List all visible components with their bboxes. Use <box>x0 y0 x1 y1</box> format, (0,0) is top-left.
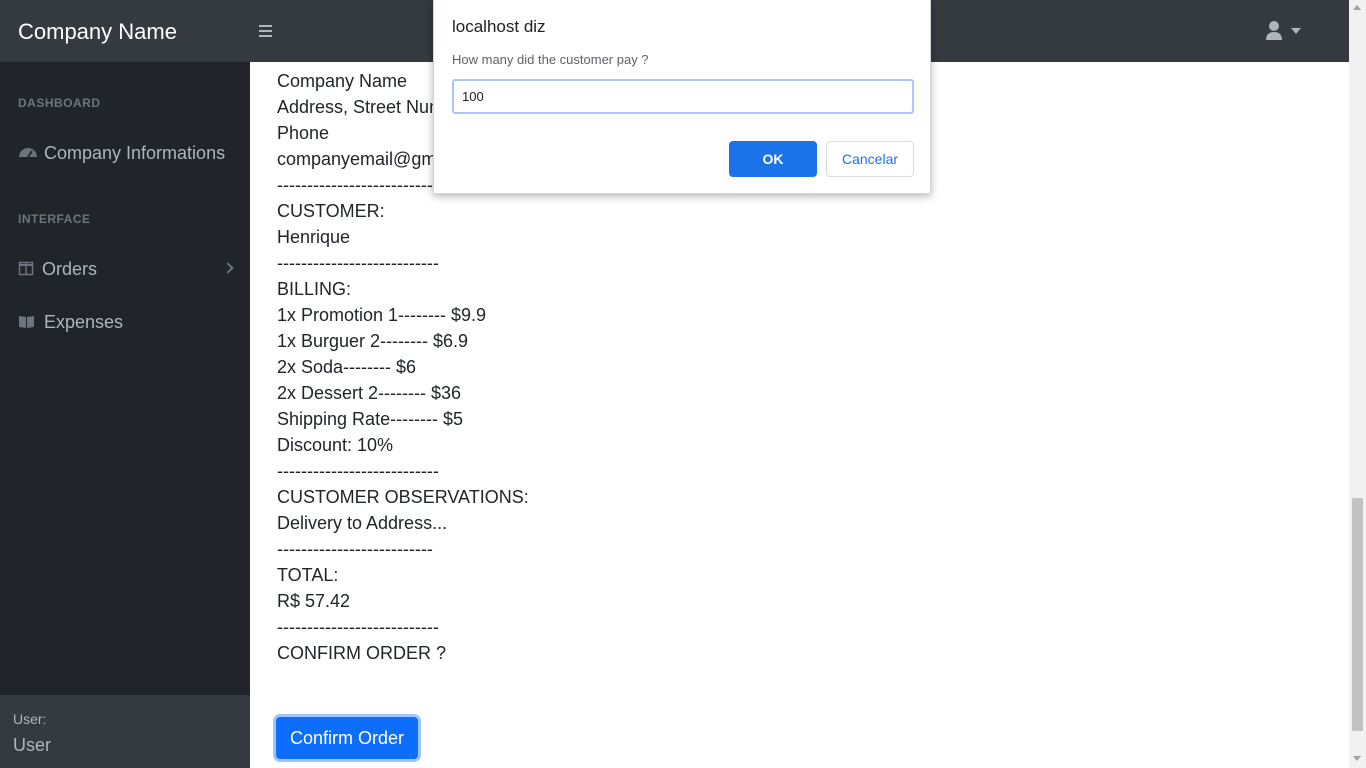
sidebar-item-label: Expenses <box>44 312 124 332</box>
sidebar-heading-dashboard: DASHBOARD <box>18 96 101 110</box>
sidebar: DASHBOARD Company Informations INTERFACE… <box>0 62 250 768</box>
receipt-line: Henrique <box>277 227 351 247</box>
footer-user-label: User: <box>13 711 47 727</box>
dialog-message: How many did the customer pay ? <box>452 52 649 67</box>
receipt-line: BILLING: <box>277 279 352 299</box>
cancel-button[interactable]: Cancelar <box>826 141 914 177</box>
columns-icon <box>18 251 38 287</box>
sidebar-footer: User: User <box>0 695 250 768</box>
sidebar-item-label: Company Informations <box>44 143 226 163</box>
receipt-line: 1x Burguer 2-------- $6.9 <box>277 331 469 351</box>
sidebar-item-orders[interactable]: Orders <box>0 251 250 287</box>
receipt-line: CONFIRM ORDER ? <box>277 643 447 663</box>
book-icon <box>18 304 38 340</box>
scroll-down-icon[interactable] <box>1353 756 1361 761</box>
sidebar-item-company-informations[interactable]: Company Informations <box>0 135 250 171</box>
page-scrollbar[interactable] <box>1349 0 1366 768</box>
prompt-dialog: localhost diz How many did the customer … <box>433 0 931 194</box>
dialog-title: localhost diz <box>452 17 546 36</box>
receipt-line: R$ 57.42 <box>277 591 351 611</box>
user-icon <box>1266 21 1282 40</box>
receipt-line: Delivery to Address... <box>277 513 448 533</box>
receipt-line: 1x Promotion 1-------- $9.9 <box>277 305 487 325</box>
receipt-line: CUSTOMER OBSERVATIONS: <box>277 487 529 507</box>
sidebar-item-expenses[interactable]: Expenses <box>0 304 250 340</box>
sidebar-item-label: Orders <box>42 259 98 279</box>
receipt-line: Shipping Rate-------- $5 <box>277 409 464 429</box>
receipt-line: --------------------------- <box>277 253 439 273</box>
ok-button[interactable]: OK <box>729 141 817 177</box>
hamburger-icon[interactable] <box>258 22 274 40</box>
receipt-line: --------------------------- <box>277 617 439 637</box>
chevron-down-icon <box>1291 28 1301 34</box>
receipt-line: -------------------------- <box>277 539 433 559</box>
receipt-line: 2x Soda-------- $6 <box>277 357 417 377</box>
receipt-line: 2x Dessert 2-------- $36 <box>277 383 462 403</box>
chevron-right-icon <box>222 262 234 274</box>
confirm-order-button[interactable]: Confirm Order <box>276 717 418 759</box>
receipt-line: Discount: 10% <box>277 435 394 455</box>
scrollbar-thumb[interactable] <box>1352 498 1363 731</box>
footer-user-name: User <box>13 735 52 755</box>
payment-amount-input[interactable] <box>452 79 914 114</box>
receipt-line: TOTAL: <box>277 565 339 585</box>
sidebar-heading-interface: INTERFACE <box>18 212 91 226</box>
receipt-line: --------------------------- <box>277 461 439 481</box>
scroll-up-icon[interactable] <box>1353 5 1361 10</box>
user-dropdown[interactable] <box>1265 18 1305 44</box>
tachometer-icon <box>18 135 38 171</box>
receipt-line: CUSTOMER: <box>277 201 385 221</box>
brand-title[interactable]: Company Name <box>18 18 177 46</box>
